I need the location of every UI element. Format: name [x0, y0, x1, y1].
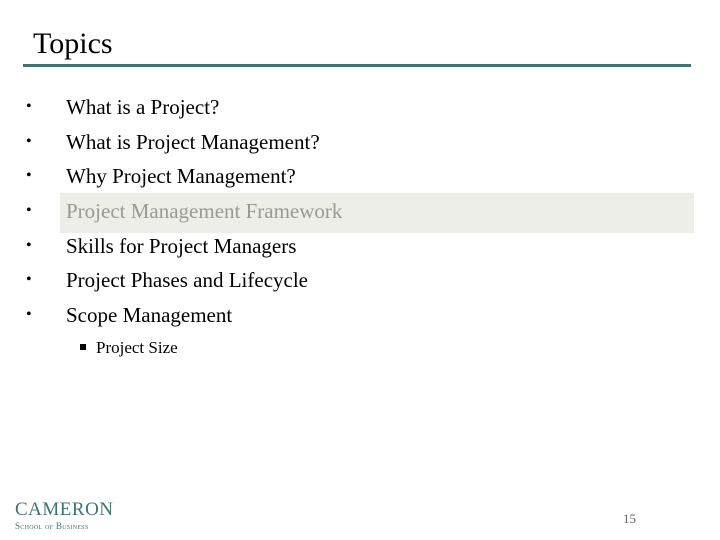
slide-title: Topics [33, 27, 113, 60]
bullet-icon: • [26, 271, 32, 288]
list-item: • Why Project Management? [0, 159, 720, 193]
bullet-icon: • [26, 306, 32, 323]
bullet-icon: • [26, 133, 32, 150]
item-text: Skills for Project Managers [66, 234, 297, 258]
logo-subtitle: School of Business [15, 521, 89, 531]
list-item: • Project Phases and Lifecycle [0, 263, 720, 297]
page-number: 15 [623, 511, 636, 526]
square-bullet-icon [80, 344, 86, 351]
item-text: Project Phases and Lifecycle [66, 268, 308, 292]
bullet-icon: • [26, 237, 32, 254]
item-text: Scope Management [66, 303, 233, 327]
bullet-icon: • [26, 202, 32, 219]
title-divider [23, 64, 691, 67]
logo-name: CAMERON [15, 499, 114, 520]
item-text: Project Management Framework [66, 199, 343, 223]
list-item: • What is Project Management? [0, 125, 720, 159]
list-item: • Skills for Project Managers [0, 229, 720, 263]
list-item: • What is a Project? [0, 90, 720, 124]
list-item-current: • Project Management Framework [0, 194, 720, 228]
cameron-logo: CAMERON School of Business [15, 500, 114, 532]
sub-item-text: Project Size [96, 338, 178, 357]
item-text: Why Project Management? [66, 164, 296, 188]
sub-list-item: Project Size [80, 336, 178, 360]
list-item: • Scope Management [0, 298, 720, 332]
bullet-icon: • [26, 98, 32, 115]
bullet-icon: • [26, 167, 32, 184]
item-text: What is Project Management? [66, 130, 320, 154]
item-text: What is a Project? [66, 95, 220, 119]
